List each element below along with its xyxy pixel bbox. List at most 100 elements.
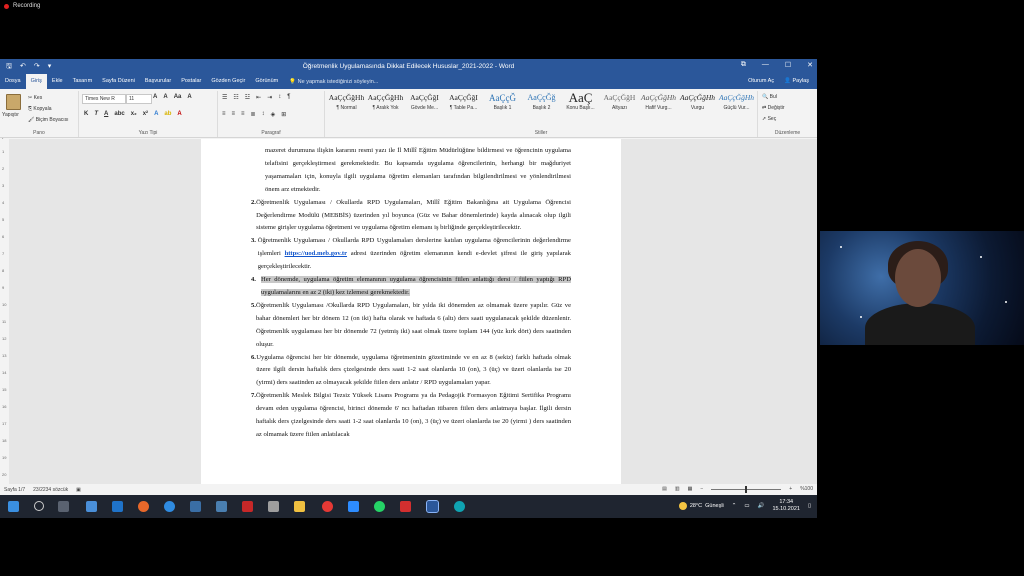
align-right-icon[interactable]: ≡: [241, 111, 245, 118]
storage-icon[interactable]: [268, 501, 279, 512]
paste-icon[interactable]: [6, 94, 21, 110]
style-normal[interactable]: AaÇçĞğHh ¶ Normal: [327, 91, 366, 111]
search-icon[interactable]: [34, 501, 44, 511]
print-layout-icon[interactable]: ▥: [675, 486, 680, 492]
word-count[interactable]: 23/2234 sözcük: [33, 487, 68, 493]
tell-me-box[interactable]: 💡 Ne yapmak istediğinizi söyleyin...: [283, 79, 378, 85]
edge-legacy-icon[interactable]: [164, 501, 175, 512]
style-emphasis[interactable]: AaÇçĞğHh Vurgu: [678, 91, 717, 111]
zoom-in-icon[interactable]: +: [789, 486, 792, 492]
sign-in-button[interactable]: Oturum Aç: [748, 74, 774, 89]
zoom-app-icon[interactable]: [348, 501, 359, 512]
change-case-icon[interactable]: Aa: [174, 94, 182, 100]
zoom-slider[interactable]: [711, 485, 782, 493]
font-size-box[interactable]: 11: [126, 94, 152, 104]
numbering-icon[interactable]: ☷: [233, 94, 238, 101]
borders-icon[interactable]: ⊞: [281, 111, 286, 118]
zoom-level[interactable]: %100: [800, 486, 813, 492]
clear-format-icon[interactable]: A: [187, 94, 191, 100]
store-icon[interactable]: [86, 501, 97, 512]
font-name-box[interactable]: Times New R: [82, 94, 126, 104]
maximize-button[interactable]: ☐: [785, 61, 791, 69]
style-body-text[interactable]: AaÇçĞğI Gövde Me...: [405, 91, 444, 111]
chrome-icon[interactable]: [322, 501, 333, 512]
copy-button[interactable]: ⎘ Kopyala: [28, 104, 69, 115]
cut-button[interactable]: ✂ Kes: [28, 93, 69, 104]
find-button[interactable]: 🔍 Bul: [762, 92, 785, 103]
style-title[interactable]: AaÇ Konu Başlı...: [561, 91, 600, 112]
zoom-out-icon[interactable]: −: [700, 486, 703, 492]
proofing-icon[interactable]: ▣: [76, 487, 81, 493]
tab-sayfa-duzeni[interactable]: Sayfa Düzeni: [97, 74, 140, 89]
minimize-button[interactable]: —: [762, 61, 769, 69]
mail-icon[interactable]: [112, 501, 123, 512]
shading-icon[interactable]: ◈: [271, 111, 276, 118]
acrobat-icon[interactable]: [400, 501, 411, 512]
task-view-icon[interactable]: [58, 501, 69, 512]
style-no-spacing[interactable]: AaÇçĞğHh ¶ Aralık Yok: [366, 91, 405, 111]
select-button[interactable]: ➚ Seç: [762, 114, 785, 125]
app-icon[interactable]: [190, 501, 201, 512]
font-color-icon[interactable]: A: [177, 111, 181, 117]
page-count[interactable]: Sayfa 1/7: [4, 487, 25, 493]
subscript-icon[interactable]: x₂: [131, 111, 137, 117]
align-left-icon[interactable]: ≡: [222, 111, 226, 118]
volume-icon[interactable]: 🔊: [758, 503, 765, 509]
strikethrough-icon[interactable]: abc: [114, 111, 124, 117]
web-layout-icon[interactable]: ▦: [688, 486, 693, 492]
ribbon-display-button[interactable]: ⧉: [741, 61, 746, 69]
tab-dosya[interactable]: Dosya: [0, 74, 26, 89]
uod-link[interactable]: https://uod.meb.gov.tr: [285, 250, 347, 257]
bold-icon[interactable]: K: [84, 111, 88, 117]
document-body[interactable]: mazeret durumuna ilişkin kararını resmi …: [251, 145, 571, 442]
close-button[interactable]: ✕: [807, 61, 813, 69]
decrease-indent-icon[interactable]: ⇤: [256, 94, 261, 101]
clock[interactable]: 17:34 15.10.2021: [772, 499, 800, 513]
pilcrow-icon[interactable]: ¶: [287, 94, 290, 101]
justify-icon[interactable]: ≣: [251, 111, 256, 118]
media-icon[interactable]: [242, 501, 253, 512]
read-mode-icon[interactable]: ▤: [662, 486, 667, 492]
multilevel-icon[interactable]: ☳: [245, 94, 250, 101]
grow-font-icon[interactable]: A: [153, 94, 157, 100]
format-painter-button[interactable]: 🖌 Biçim Boyacısı: [28, 115, 69, 126]
notification-icon[interactable]: ▯: [808, 503, 811, 509]
italic-icon[interactable]: T: [94, 111, 98, 117]
style-intense-emphasis[interactable]: AaÇçĞğHh Güçlü Vur...: [717, 91, 756, 111]
bullets-icon[interactable]: ☰: [222, 94, 227, 101]
style-subtle-emphasis[interactable]: AaÇçĞğHh Hafif Vurg...: [639, 91, 678, 111]
sort-icon[interactable]: ↕: [278, 94, 281, 101]
calculator-icon[interactable]: [216, 501, 227, 512]
increase-indent-icon[interactable]: ⇥: [267, 94, 272, 101]
document-page[interactable]: mazeret durumuna ilişkin kararını resmi …: [201, 139, 621, 484]
chevron-up-icon[interactable]: ⌃: [732, 503, 737, 509]
network-icon[interactable]: ▭: [744, 503, 749, 509]
word-icon[interactable]: [426, 500, 439, 513]
replace-button[interactable]: ⇄ Değiştir: [762, 103, 785, 114]
align-center-icon[interactable]: ≡: [232, 111, 236, 118]
text-effects-icon[interactable]: A: [154, 111, 158, 117]
line-spacing-icon[interactable]: ↕: [262, 111, 265, 118]
tab-gorunum[interactable]: Görünüm: [250, 74, 283, 89]
whatsapp-icon[interactable]: [374, 501, 385, 512]
underline-icon[interactable]: A: [104, 111, 108, 117]
shrink-font-icon[interactable]: A: [163, 94, 167, 100]
tab-gozden-gecir[interactable]: Gözden Geçir: [206, 74, 250, 89]
style-heading-1[interactable]: AaÇçĞ Başlık 1: [483, 91, 522, 111]
windows-start-icon[interactable]: [8, 501, 19, 512]
paste-label[interactable]: Yapıştır: [2, 112, 19, 118]
tab-giris[interactable]: Giriş: [25, 74, 47, 89]
tab-postalar[interactable]: Postalar: [176, 74, 206, 89]
zoom-thumb[interactable]: [745, 485, 748, 493]
tab-ekle[interactable]: Ekle: [47, 74, 68, 89]
tab-tasarim[interactable]: Tasarım: [68, 74, 98, 89]
highlight-icon[interactable]: ab: [164, 111, 171, 117]
edge-icon[interactable]: [454, 501, 465, 512]
superscript-icon[interactable]: x²: [143, 111, 148, 117]
tab-basvurular[interactable]: Başvurular: [140, 74, 176, 89]
share-button[interactable]: 👤 Paylaş: [784, 74, 809, 89]
firefox-icon[interactable]: [138, 501, 149, 512]
weather-widget[interactable]: 28°C Güneşli: [678, 502, 724, 510]
style-table-paragraph[interactable]: AaÇçĞğI ¶ Table Pa...: [444, 91, 483, 111]
style-subtitle[interactable]: AaÇçĞğH Altyazı: [600, 91, 639, 111]
